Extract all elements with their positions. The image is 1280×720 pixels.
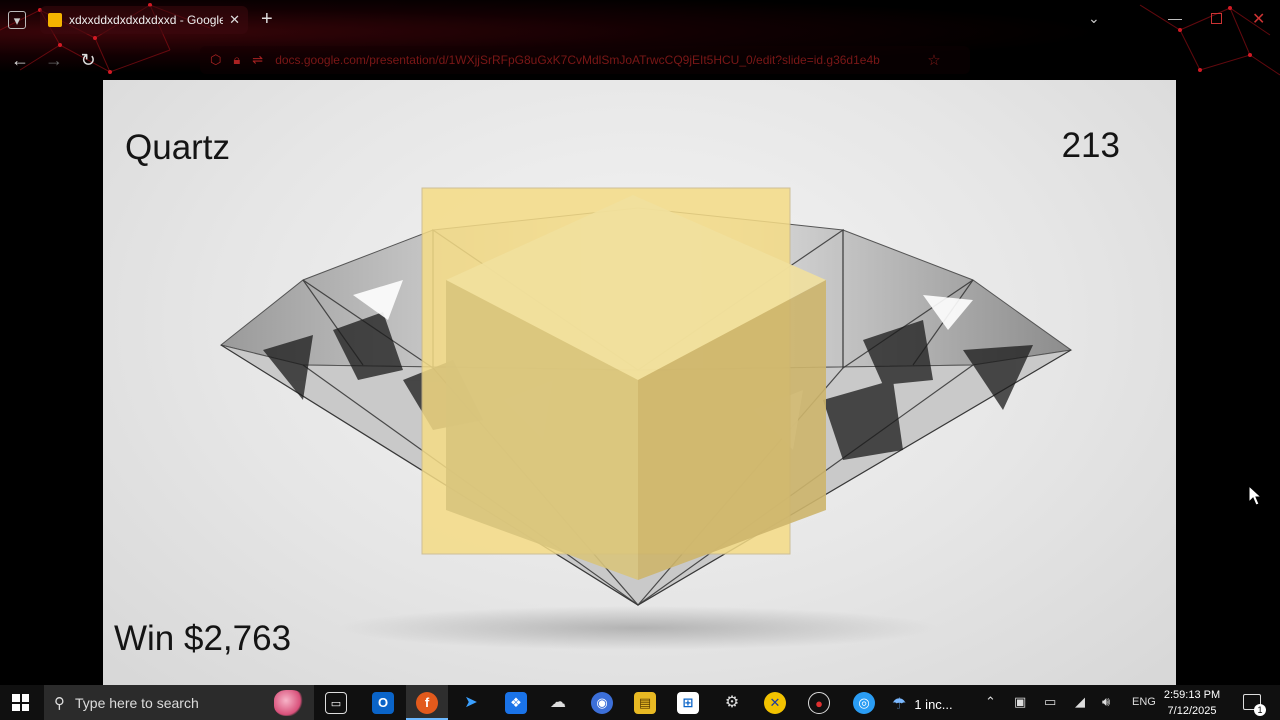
active-tab[interactable]: xdxxddxdxdxdxdxxd - Google S ✕ [40,6,248,34]
chrome-icon[interactable]: ◉ [591,692,613,714]
diamond-image [219,187,1073,650]
volume-icon[interactable]: 🔊︎ [1102,694,1110,710]
tray-app-icon[interactable]: ▣ [1014,694,1026,710]
url-text[interactable]: docs.google.com/presentation/d/1WXjjSrRF… [275,53,915,67]
presentation-viewport: Quartz 213 Win $2,763 [0,80,1280,685]
new-tab-icon[interactable]: + [261,9,273,29]
window-close-icon[interactable]: ✕ [1252,9,1265,29]
microsoft-store-icon[interactable]: ⊞ [677,692,699,714]
search-highlight-cupcake-icon[interactable] [274,689,304,716]
file-explorer-icon[interactable]: ▤ [634,692,656,714]
tab-title: xdxxddxdxdxdxdxxd - Google S [69,13,224,27]
weather-widget[interactable]: ☂ 1 inc... [892,694,953,714]
bookmark-star-icon[interactable]: ☆ [927,51,940,69]
app-cloud-icon[interactable]: ☁ [547,692,569,714]
gem-name-label: Quartz [125,128,231,167]
shield-icon[interactable]: ⬡ [210,52,221,68]
back-icon[interactable]: ← [9,49,31,71]
maximize-icon[interactable] [1211,13,1222,24]
lock-icon[interactable]: 🔒︎ [233,52,240,68]
weather-text: 1 inc... [914,696,953,712]
browser-globe-icon[interactable]: ◎ [853,692,875,714]
chevron-down-icon[interactable]: ⌄ [1088,10,1100,27]
tab-bar: ▾ xdxxddxdxdxdxdxxd - Google S ✕ + ⌄ — ✕ [0,0,1280,40]
umbrella-icon: ☂ [892,696,907,713]
wifi-icon[interactable]: ◢ [1075,694,1085,710]
settings-gear-icon[interactable]: ⚙ [721,692,743,714]
clock-date: 7/12/2025 [1167,705,1217,717]
firefox-icon[interactable]: f [416,692,438,714]
battery-icon[interactable]: ▭ [1044,694,1056,710]
permissions-icon[interactable]: ⇌ [252,52,263,68]
dropbox-icon[interactable]: ❖ [505,692,527,714]
minimize-icon[interactable]: — [1168,10,1182,26]
task-view-icon[interactable]: ▭ [325,692,347,714]
search-placeholder[interactable]: Type here to search [75,695,274,711]
xbox-style-app-icon[interactable]: ✕ [764,692,786,714]
gem-number-label: 213 [1061,126,1120,165]
forward-icon[interactable]: → [43,49,65,71]
tab-close-icon[interactable]: ✕ [229,12,240,28]
clock-time: 2:59:13 PM [1163,689,1221,701]
address-bar[interactable]: ⬡ 🔒︎ ⇌ docs.google.com/presentation/d/1W… [200,46,970,74]
reload-icon[interactable]: ↻ [77,49,99,71]
search-icon: ⚲ [54,694,65,712]
power-automate-icon[interactable]: ➤ [460,692,482,714]
mouse-cursor-icon [1248,485,1262,506]
tab-list-icon[interactable]: ▾ [8,11,26,29]
slide-canvas[interactable]: Quartz 213 Win $2,763 [103,80,1176,685]
screen-recorder-icon[interactable]: ● [808,692,830,714]
language-indicator[interactable]: ENG [1132,696,1156,708]
outlook-icon[interactable]: O [372,692,394,714]
windows-taskbar: ⚲ Type here to search ▭ O f ➤ ❖ ☁ ◉ ▤ ⊞ … [0,685,1280,720]
google-slides-icon [48,13,62,27]
tray-chevron-up-icon[interactable]: ⌃ [985,694,996,710]
browser-chrome: ▾ xdxxddxdxdxdxdxxd - Google S ✕ + ⌄ — ✕… [0,0,1280,80]
windows-start-icon[interactable] [12,694,29,711]
taskbar-search-box[interactable]: ⚲ Type here to search [44,685,314,720]
notification-center-icon[interactable]: 1 [1243,694,1266,716]
notification-count: 1 [1254,704,1266,716]
prize-label: Win $2,763 [114,619,292,658]
nav-bar: ← → ↻ ⬡ 🔒︎ ⇌ docs.google.com/presentatio… [0,40,1280,80]
system-clock[interactable]: 2:59:13 PM 7/12/2025 [1160,687,1224,719]
